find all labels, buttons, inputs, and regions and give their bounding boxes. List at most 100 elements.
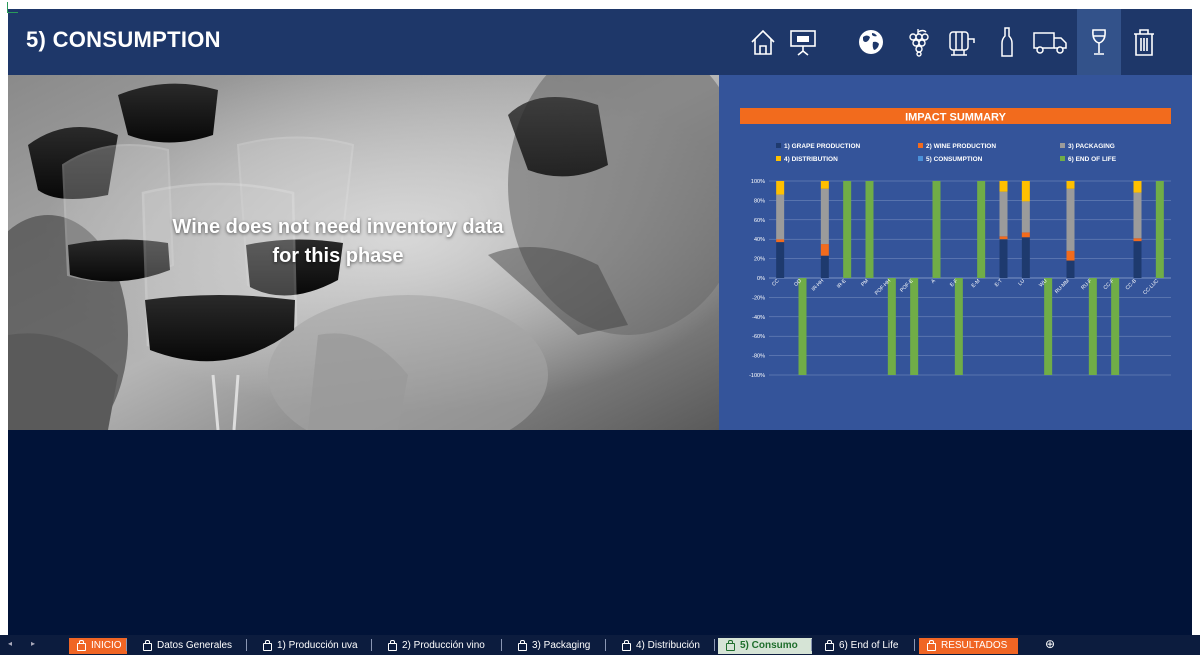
bar-segment (1133, 192, 1142, 239)
bar-segment (1021, 181, 1030, 202)
home-icon[interactable] (745, 9, 781, 75)
presentation-icon[interactable] (785, 9, 821, 75)
lock-icon (77, 640, 86, 651)
bar-segment (865, 181, 874, 278)
bar-segment (843, 181, 852, 278)
grapes-icon[interactable] (902, 9, 934, 75)
truck-icon[interactable] (1030, 9, 1070, 75)
impact-summary-panel: IMPACT SUMMARY 1) GRAPE PRODUCTION 2) WIN… (719, 75, 1192, 430)
tab-label: 3) Packaging (532, 640, 591, 651)
tab-separator (246, 639, 247, 651)
x-tick-label: LU (1017, 278, 1026, 287)
trash-icon[interactable] (1124, 9, 1164, 75)
cell-cursor-marker (7, 2, 18, 13)
bar-segment (1088, 278, 1097, 375)
tab-inicio[interactable]: INICIO (69, 638, 127, 654)
bar-segment (954, 278, 963, 375)
tab-scroll-left[interactable]: ◂ (8, 639, 12, 648)
worksheet: 5) CONSUMPTION Wine does not need invent… (8, 9, 1192, 635)
lock-icon (825, 640, 834, 651)
x-tick-label: E-T (994, 278, 1005, 289)
lock-icon (927, 640, 936, 651)
bar-segment (999, 239, 1008, 278)
y-tick-label: 0% (757, 276, 765, 282)
tab-packaging[interactable]: 3) Packaging (510, 638, 606, 654)
bar-segment (1021, 201, 1030, 233)
bar-segment (1133, 181, 1142, 193)
tab-label: 4) Distribución (636, 640, 700, 651)
lock-icon (622, 640, 631, 651)
tab-scroll-right[interactable]: ▸ (31, 639, 35, 648)
lock-icon (726, 640, 735, 651)
tab-resultados[interactable]: RESULTADOS (919, 638, 1018, 654)
x-tick-label: CC (771, 278, 781, 288)
y-tick-label: -80% (752, 354, 765, 360)
wine-glass-icon[interactable] (1077, 9, 1121, 75)
y-tick-label: 80% (754, 198, 765, 204)
lock-icon (263, 640, 272, 651)
bar-segment (1066, 260, 1075, 278)
photo-message: Wine does not need inventory data for th… (128, 213, 548, 271)
tab-separator (605, 639, 606, 651)
chart-legend: 1) GRAPE PRODUCTION 2) WINE PRODUCTION 3) … (776, 143, 1117, 163)
y-tick-label: -100% (749, 373, 765, 379)
bar-segment (910, 278, 919, 375)
lock-icon (518, 640, 527, 651)
legend-label: 6) END OF LIFE (1068, 156, 1117, 163)
legend-swatch (776, 156, 781, 161)
tab-separator (914, 639, 915, 651)
bar-segment (798, 278, 807, 375)
bar-segment (1155, 181, 1164, 278)
x-tick-label: CC-LUC (1142, 278, 1160, 296)
photo-message-line-2: for this phase (272, 245, 404, 267)
y-tick-label: -20% (752, 295, 765, 301)
sheet-tab-bar: ◂ ▸ INICIO Datos Generales 1) Producción u… (0, 635, 1200, 655)
tab-produccion-uva[interactable]: 1) Producción uva (255, 638, 372, 654)
photo-message-line-1: Wine does not need inventory data (172, 216, 504, 238)
legend-label: 5) CONSUMPTION (926, 156, 983, 163)
tab-label: 6) End of Life (839, 640, 899, 651)
x-tick-label: RU-MM (1054, 278, 1071, 295)
y-tick-label: -40% (752, 315, 765, 321)
legend-swatch (1060, 143, 1065, 148)
bar-segment (999, 236, 1008, 240)
bar-segment (887, 278, 896, 375)
lock-icon (388, 640, 397, 651)
tab-distribucion[interactable]: 4) Distribución (614, 638, 714, 654)
legend-swatch (918, 143, 923, 148)
legend-label: 3) PACKAGING (1068, 143, 1115, 150)
add-sheet-button[interactable]: ⊕ (1045, 637, 1055, 651)
bar-segment (1044, 278, 1053, 375)
legend-swatch (776, 143, 781, 148)
impact-summary-chart[interactable]: IMPACT SUMMARY 1) GRAPE PRODUCTION 2) WIN… (719, 75, 1192, 430)
bar-segment (1066, 188, 1075, 251)
barrel-icon[interactable] (944, 9, 980, 75)
tab-datos-generales[interactable]: Datos Generales (135, 638, 247, 654)
x-tick-label: IR-E (836, 278, 848, 290)
x-tick-label: IR-HH (811, 278, 826, 293)
globe-icon[interactable] (855, 9, 887, 75)
legend-label: 1) GRAPE PRODUCTION (784, 143, 861, 150)
tab-separator (126, 639, 127, 651)
bar-segment (999, 181, 1008, 192)
legend-swatch (1060, 156, 1065, 161)
tab-separator (811, 639, 812, 651)
header-bar: 5) CONSUMPTION (8, 9, 1192, 75)
y-tick-label: 60% (754, 218, 765, 224)
tab-consumo[interactable]: 5) Consumo (718, 638, 812, 654)
bar-segment (820, 244, 829, 256)
bar-segment (932, 181, 941, 278)
bar-segment (1133, 241, 1142, 278)
bottle-icon[interactable] (996, 9, 1018, 75)
lock-icon (143, 640, 152, 651)
page-title: 5) CONSUMPTION (26, 27, 221, 52)
bar-segment (820, 181, 829, 189)
bar-segment (776, 242, 785, 278)
y-tick-label: 20% (754, 257, 765, 263)
bar-segment (1066, 250, 1075, 261)
tab-end-of-life[interactable]: 6) End of Life (817, 638, 915, 654)
bar-segment (776, 239, 785, 243)
tab-label: INICIO (91, 640, 122, 651)
x-tick-label: E-M (971, 278, 982, 289)
tab-produccion-vino[interactable]: 2) Producción vino (380, 638, 502, 654)
